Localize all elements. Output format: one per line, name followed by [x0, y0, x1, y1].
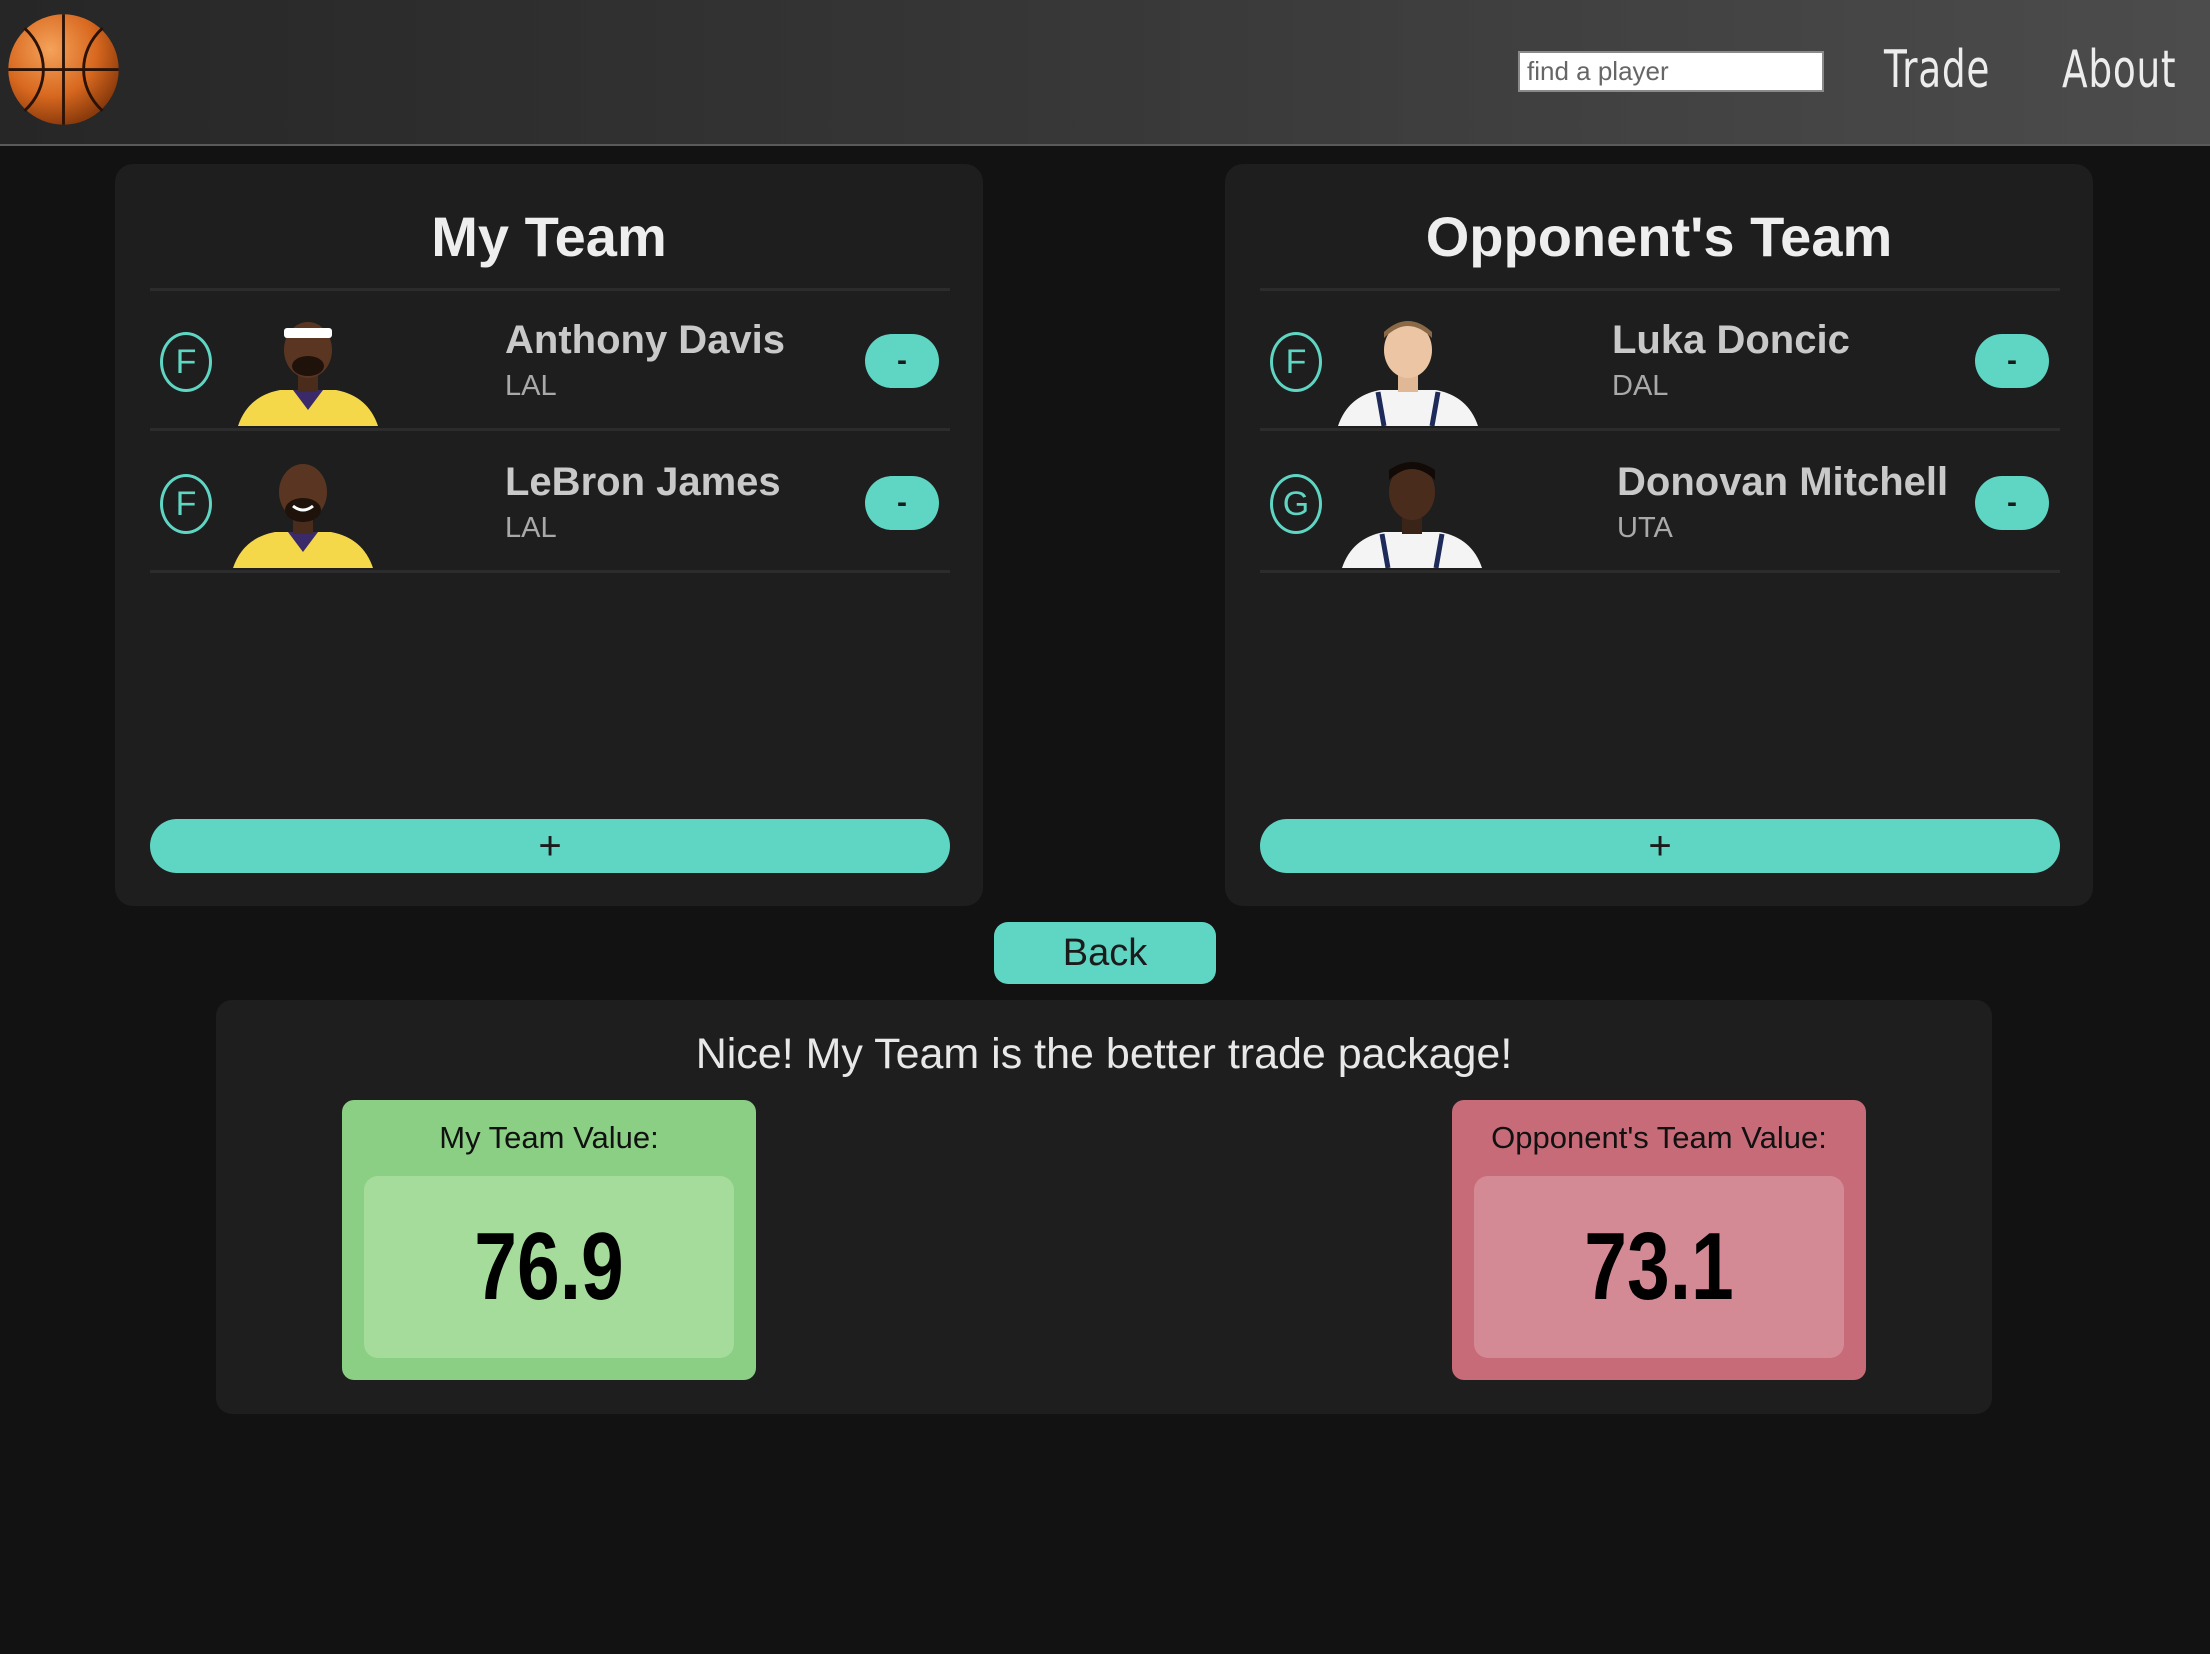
remove-player-button[interactable]: - [865, 476, 939, 530]
divider [1260, 428, 2060, 431]
my-team-value: 76.9 [474, 1213, 624, 1320]
position-badge: G [1270, 474, 1322, 534]
player-name: LeBron James [505, 460, 781, 504]
player-team: UTA [1617, 512, 1673, 544]
divider [1260, 570, 2060, 573]
opponent-team-value-box: 73.1 [1474, 1176, 1844, 1358]
player-headshot [1342, 462, 1482, 568]
top-navbar: Trade About [0, 0, 2210, 146]
result-message: Nice! My Team is the better trade packag… [695, 1030, 1513, 1078]
position-badge: F [160, 474, 212, 534]
nav-link-trade[interactable]: Trade [1884, 30, 1990, 110]
my-team-title: My Team [431, 205, 667, 268]
opponent-team-panel: Opponent's Team F Luka Doncic DAL - G Do… [1225, 164, 2093, 906]
player-name: Donovan Mitchell [1617, 460, 1949, 504]
player-name: Anthony Davis [505, 318, 786, 362]
player-team: LAL [505, 370, 557, 402]
remove-player-button[interactable]: - [1975, 476, 2049, 530]
player-team: DAL [1612, 370, 1669, 402]
player-headshot [238, 322, 378, 426]
my-team-value-label: My Team Value: [439, 1120, 659, 1155]
nav-link-about[interactable]: About [2062, 30, 2176, 110]
player-name: Luka Doncic [1612, 318, 1850, 362]
my-team-value-box: 76.9 [364, 1176, 734, 1358]
opponent-team-value: 73.1 [1584, 1213, 1734, 1320]
add-player-button[interactable]: + [1260, 819, 2060, 873]
player-headshot [233, 464, 373, 568]
position-badge: F [1270, 332, 1322, 392]
my-team-panel: My Team F Anthony Davis LAL - F LeBron J… [115, 164, 983, 906]
player-search-input[interactable] [1518, 51, 1824, 92]
divider [150, 428, 950, 431]
position-badge: F [160, 332, 212, 392]
player-row: G Donovan Mitchell UTA - [1260, 432, 2060, 572]
opponent-team-title: Opponent's Team [1425, 205, 1893, 268]
basketball-icon[interactable] [6, 12, 121, 127]
back-button[interactable]: Back [994, 922, 1216, 984]
remove-player-button[interactable]: - [1975, 334, 2049, 388]
opponent-team-value-label: Opponent's Team Value: [1491, 1120, 1827, 1155]
my-team-value-card: My Team Value: 76.9 [342, 1100, 756, 1380]
opponent-team-value-card: Opponent's Team Value: 73.1 [1452, 1100, 1866, 1380]
player-row: F Anthony Davis LAL - [150, 290, 950, 430]
remove-player-button[interactable]: - [865, 334, 939, 388]
player-team: LAL [505, 512, 557, 544]
player-row: F Luka Doncic DAL - [1260, 290, 2060, 430]
trade-result-panel: Nice! My Team is the better trade packag… [216, 1000, 1992, 1414]
player-headshot [1338, 321, 1478, 426]
divider [150, 570, 950, 573]
player-row: F LeBron James LAL - [150, 432, 950, 572]
add-player-button[interactable]: + [150, 819, 950, 873]
